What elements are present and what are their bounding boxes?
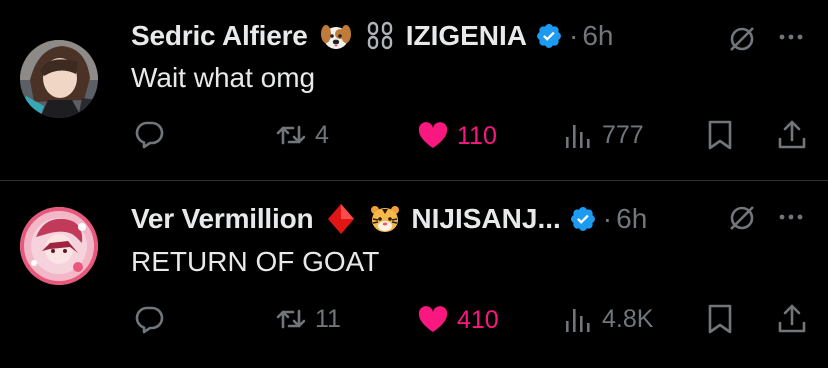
avatar[interactable] [20,40,98,118]
tweet[interactable]: Ver Vermillion NIJISANJ... · 6h RETURN O… [0,181,828,368]
share-icon [778,304,806,333]
red-diamond-icon [325,203,357,235]
reply-icon [135,121,164,149]
share-button[interactable] [776,119,808,151]
more-options-icon[interactable] [776,202,806,232]
tweet[interactable]: Sedric Alfiere IZIGENIA · 6h Wait what o… [0,0,828,180]
like-count: 410 [457,305,499,334]
tweet-text: RETURN OF GOAT [131,246,380,277]
bookmark-button[interactable] [704,119,736,151]
views-count: 4.8K [602,304,654,333]
account-name[interactable]: IZIGENIA [406,20,527,52]
verified-badge-icon [535,22,563,50]
timestamp[interactable]: 6h [616,203,647,235]
retweet-count: 11 [315,304,341,333]
tiger-face-icon [369,203,401,235]
avatar[interactable] [20,207,98,285]
separator-dot: · [602,203,613,234]
like-button[interactable]: 110 [417,120,497,152]
share-icon [778,120,806,149]
tweet-header: Ver Vermillion NIJISANJ... · 6h [131,200,647,238]
account-name[interactable]: NIJISANJ... [411,203,560,235]
chain-icon [364,20,396,52]
views-button[interactable]: 777 [562,119,644,151]
share-button[interactable] [776,303,808,335]
views-count: 777 [602,120,644,149]
dog-face-icon [320,20,352,52]
display-name[interactable]: Ver Vermillion [131,203,314,235]
retweet-count: 4 [315,120,329,149]
retweet-button[interactable]: 11 [275,303,341,335]
grok-icon[interactable] [727,24,757,54]
display-name[interactable]: Sedric Alfiere [131,20,308,52]
timestamp[interactable]: 6h [582,20,613,52]
bookmark-icon [708,304,732,334]
like-button[interactable]: 410 [417,304,499,336]
views-bar-chart-icon [566,309,590,332]
heart-filled-icon [418,306,448,332]
views-button[interactable]: 4.8K [562,303,653,335]
verified-badge-icon [569,205,597,233]
bookmark-icon [708,120,732,150]
heart-filled-icon [418,122,448,148]
grok-icon[interactable] [727,203,757,233]
tweet-header: Sedric Alfiere IZIGENIA · 6h [131,17,614,55]
more-options-icon[interactable] [776,22,806,52]
retweet-button[interactable]: 4 [275,119,329,151]
tweet-text: Wait what omg [131,62,316,93]
separator-dot: · [569,20,579,51]
retweet-icon [276,309,306,329]
like-count: 110 [457,121,497,150]
reply-button[interactable] [133,117,173,149]
bookmark-button[interactable] [704,303,736,335]
reply-icon [135,306,164,334]
views-bar-chart-icon [566,125,590,148]
reply-button[interactable] [133,302,173,334]
retweet-icon [276,125,306,145]
